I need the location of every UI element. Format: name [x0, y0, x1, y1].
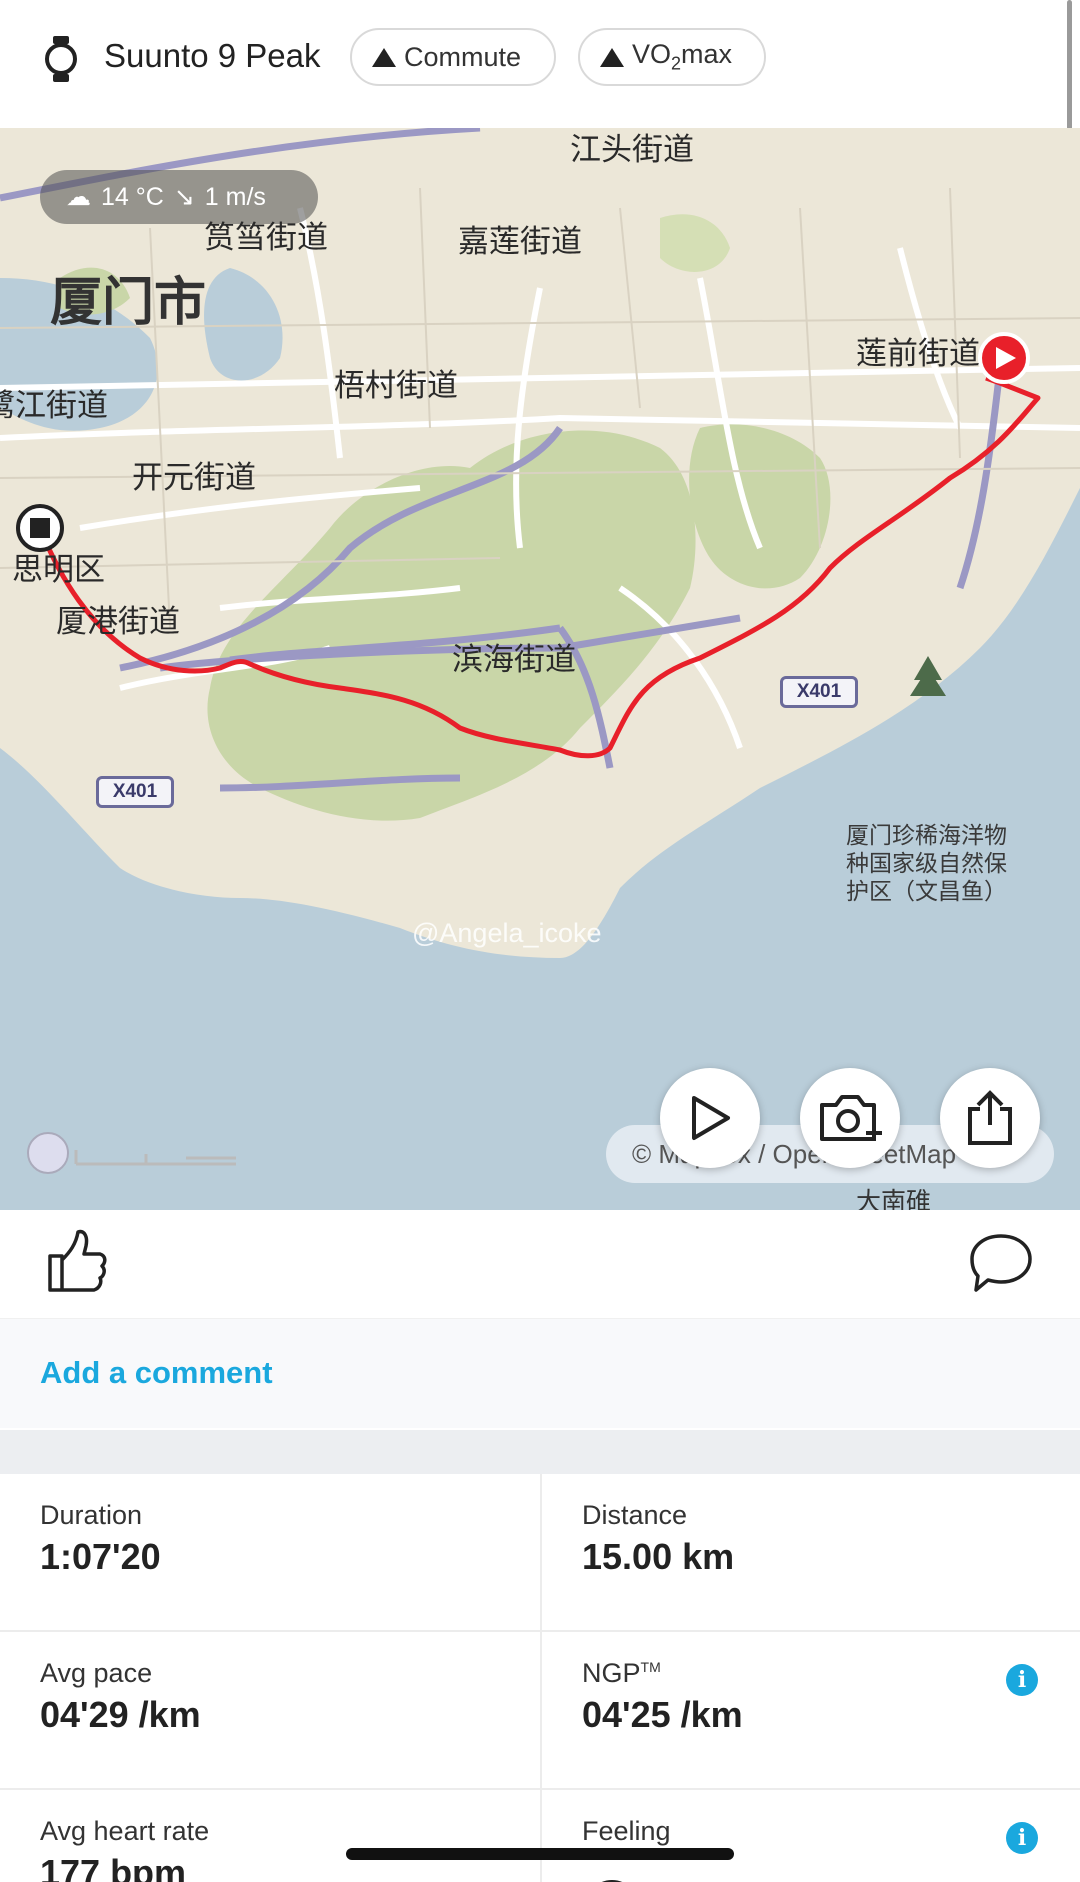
tag-label: Commute [404, 41, 522, 72]
stat-label: Avg heart rate [40, 1816, 210, 1846]
road-shield: X401 [96, 776, 174, 808]
map-label: 开元街道 [132, 460, 256, 496]
stat-label: Feeling [582, 1816, 671, 1846]
activity-header: Suunto 9 Peak Commute VO2max [0, 0, 1080, 130]
watermark: @Angela_icoke [412, 918, 602, 948]
play-route-button[interactable] [660, 1068, 760, 1168]
cloud-sun-icon: ☁ [66, 183, 91, 211]
stat-value: 1:07'20 [40, 1536, 161, 1577]
info-icon[interactable]: i [1006, 1664, 1038, 1696]
map-label: 筼筜街道 [204, 220, 328, 256]
map-label-city: 厦门市 [50, 273, 207, 333]
map-label: 思明区 [12, 552, 105, 588]
comment-icon[interactable] [968, 1232, 1034, 1294]
map-label: 大南碓 [856, 1188, 932, 1210]
stat-value: 177 bpm [40, 1852, 187, 1882]
tag-vo2max[interactable]: VO2max [578, 28, 766, 86]
road-shield: X401 [780, 676, 858, 708]
play-icon [692, 1096, 730, 1140]
triangle-icon [600, 47, 624, 67]
share-button[interactable] [940, 1068, 1040, 1168]
share-icon [968, 1090, 1012, 1145]
camera-plus-icon [820, 1095, 882, 1141]
route-map[interactable]: ☁ 14 °C ↘ 1 m/s 江头街道 筼筜街道 嘉莲街道 厦门市 莲前街道 … [0, 128, 1080, 1210]
stat-value: 04'29 /km [40, 1694, 201, 1735]
watch-icon [45, 36, 77, 82]
stat-value: 04'25 /km [582, 1694, 743, 1735]
map-label: 梧村街道 [334, 368, 458, 404]
info-icon[interactable]: i [1006, 1822, 1038, 1854]
map-label: 厦港街道 [56, 604, 180, 640]
stat-ngp: NGPTM 04'25 /km i [540, 1632, 1080, 1790]
stat-avg-heart-rate: Avg heart rate 177 bpm [0, 1790, 540, 1882]
stat-value: 15.00 km [582, 1536, 735, 1577]
map-label: 鹭江街道 [0, 388, 108, 424]
triangle-icon [372, 47, 396, 67]
stat-label: Duration [40, 1500, 143, 1530]
stats-grid: Duration 1:07'20 Distance 15.00 km Avg p… [0, 1474, 1080, 1882]
map-label-reserve: 厦门珍稀海洋物 种国家级自然保 护区（文昌鱼） [846, 823, 1007, 905]
add-comment-link[interactable]: Add a comment [40, 1355, 273, 1391]
map-label: 江头街道 [570, 132, 694, 168]
wind-icon: ↘ [173, 183, 195, 211]
comment-area: Add a comment [0, 1318, 1080, 1428]
map-scale [27, 1132, 236, 1174]
home-indicator [346, 1848, 734, 1860]
stat-duration: Duration 1:07'20 [0, 1474, 540, 1632]
stat-distance: Distance 15.00 km [540, 1474, 1080, 1632]
stat-label: Avg pace [40, 1658, 153, 1688]
stat-feeling: Feeling i [540, 1790, 1080, 1882]
section-divider [0, 1430, 1080, 1474]
temperature-text: 14 °C [101, 182, 164, 211]
map-label: 莲前街道 [856, 336, 980, 372]
wind-speed-text: 1 m/s [204, 182, 266, 211]
stat-label: NGPTM [582, 1658, 661, 1688]
device-name: Suunto 9 Peak [104, 37, 321, 74]
scroll-indicator [1067, 0, 1072, 130]
stat-avg-pace: Avg pace 04'29 /km [0, 1632, 540, 1790]
stat-label: Distance [582, 1500, 688, 1530]
social-action-bar [0, 1210, 1080, 1318]
thumbs-up-icon[interactable] [46, 1226, 108, 1296]
tag-commute[interactable]: Commute [350, 28, 556, 86]
map-label: 嘉莲街道 [458, 224, 582, 260]
add-photo-button[interactable] [800, 1068, 900, 1168]
map-label: 滨海街道 [452, 642, 576, 678]
tag-label: VO2max [632, 39, 733, 74]
